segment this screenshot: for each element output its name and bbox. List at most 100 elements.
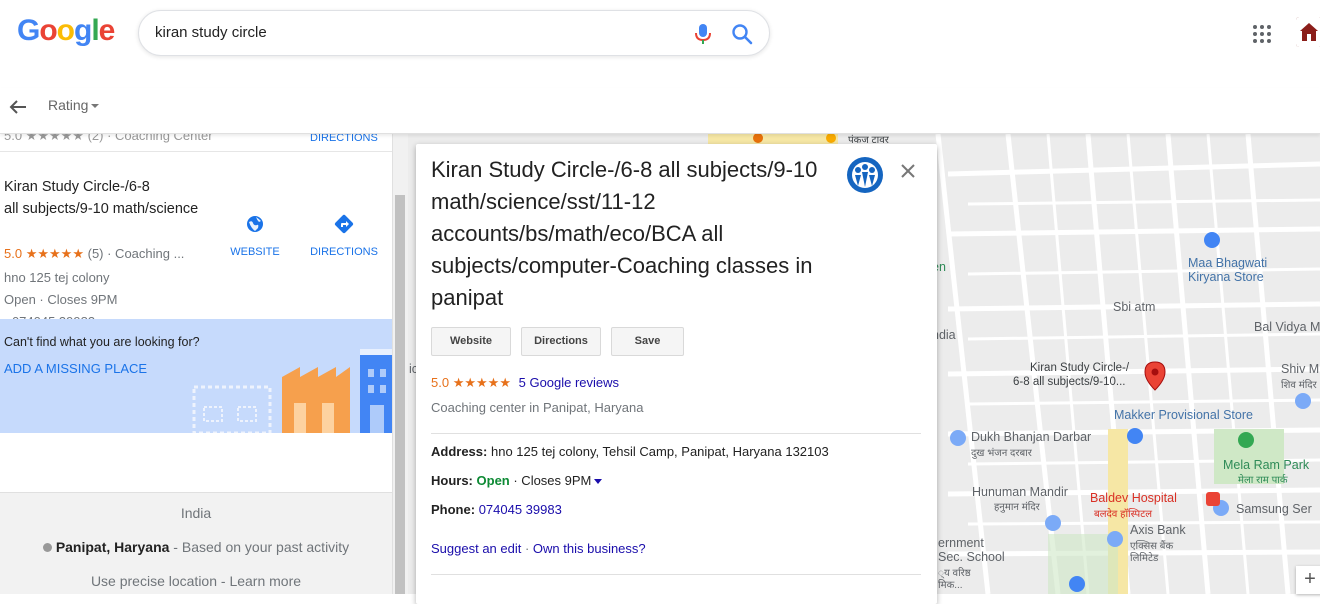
map-label: दुख भंजन दरबार	[971, 448, 1032, 459]
apps-grid-icon[interactable]	[1252, 24, 1272, 44]
phone-field: Phone: 074045 39983	[431, 502, 562, 517]
google-logo[interactable]: Google	[17, 14, 116, 48]
map-label: मेला राम पार्क	[1238, 475, 1288, 486]
card-links: Suggest an edit · Own this business?	[431, 541, 646, 556]
list-item[interactable]: 5.0 ★★★★★ (2) · Coaching Center DIRECTIO…	[0, 134, 392, 152]
close-icon[interactable]	[899, 162, 917, 180]
address-field: Address: hno 125 tej colony, Tehsil Camp…	[431, 444, 829, 459]
rating-value: 5.0	[4, 246, 23, 261]
result-title[interactable]: Kiran Study Circle-/6-8 all subjects/9-1…	[4, 176, 216, 220]
results-panel: 5.0 ★★★★★ (2) · Coaching Center DIRECTIO…	[0, 134, 392, 594]
search-box[interactable]: kiran study circle	[138, 10, 770, 56]
result-address: hno 125 tej colony	[4, 270, 110, 285]
result-hours: Open · Closes 9PM	[4, 292, 118, 307]
map-pin-label[interactable]: Kiran Study Circle-/	[1030, 362, 1129, 374]
suggest-edit-link[interactable]: Suggest an edit	[431, 541, 521, 556]
missing-place-banner: Can't find what you are looking for? ADD…	[0, 319, 392, 433]
avatar[interactable]	[1296, 17, 1320, 47]
address-value: hno 125 tej colony, Tehsil Camp, Panipat…	[490, 444, 829, 459]
scrollbar-thumb[interactable]	[395, 195, 405, 594]
star-icon: ★★★★★	[452, 375, 511, 390]
map-label: मिक...	[938, 580, 963, 591]
buildings-illustration	[192, 349, 392, 433]
mic-icon[interactable]	[692, 22, 714, 46]
chevron-down-icon[interactable]	[594, 479, 603, 485]
logo-letter: g	[74, 14, 92, 47]
footer-location-name: Panipat, Haryana	[55, 539, 170, 555]
result-title-line: all subjects/9-10 math/science	[4, 201, 199, 217]
website-button[interactable]: WEBSITE	[215, 214, 295, 258]
footer-location-note: - Based on your past activity	[169, 539, 350, 555]
divider	[431, 574, 921, 575]
map-label: Dukh Bhanjan Darbar	[971, 430, 1092, 444]
location-footer: India Panipat, Haryana - Based on your p…	[0, 492, 392, 594]
logo-letter: G	[17, 14, 40, 47]
place-details-card: Kiran Study Circle-/6-8 all subjects/9-1…	[416, 144, 937, 604]
own-business-link[interactable]: Own this business?	[533, 541, 646, 556]
zoom-in-button[interactable]: +	[1296, 566, 1320, 594]
result-rating: 5.0 ★★★★★ (5) · Coaching ...	[4, 246, 214, 262]
phone-link[interactable]: 074045 39983	[479, 502, 562, 517]
place-category: Coaching center in Panipat, Haryana	[431, 400, 644, 415]
map-label: Makker Provisional Store	[1114, 408, 1253, 422]
map-label: Mela Ram Park	[1223, 458, 1310, 472]
map-pin-label[interactable]: 6-8 all subjects/9-10...	[1013, 376, 1126, 388]
location-dot-icon	[42, 543, 52, 552]
map-label: शिव मंदिर	[1281, 380, 1317, 391]
back-arrow-icon[interactable]	[8, 97, 28, 117]
business-logo-icon	[847, 157, 883, 193]
directions-button[interactable]: DIRECTIONS	[304, 214, 384, 258]
map-label: Baldev Hospital	[1090, 491, 1177, 505]
rating-count: (5) · Coaching ...	[87, 246, 185, 261]
place-title: Kiran Study Circle-/6-8 all subjects/9-1…	[431, 157, 818, 310]
avatar-logo-icon	[1296, 17, 1320, 47]
save-button[interactable]: Save	[611, 327, 684, 356]
directions-button[interactable]: Directions	[521, 327, 601, 356]
footer-country: India	[180, 505, 212, 521]
rating-filter-label: Rating	[48, 97, 89, 113]
directions-label: DIRECTIONS	[310, 246, 378, 258]
map-label: Shiv M	[1281, 362, 1320, 376]
rating-filter[interactable]: Rating	[48, 97, 100, 113]
map-label: Kiryana Store	[1188, 270, 1264, 284]
map-label: Axis Bank	[1130, 523, 1186, 537]
hours-field[interactable]: Hours: Open · Closes 9PM	[431, 473, 603, 488]
map-label: Maa Bhagwati	[1188, 256, 1268, 270]
precise-location-link[interactable]: Use precise location - Learn more	[0, 573, 392, 589]
map-label: ernment	[938, 536, 984, 550]
star-icon: ★★★★★	[25, 246, 84, 261]
map-label: Sbi atm	[1113, 300, 1156, 314]
map-label: हनुमान मंदिर	[994, 502, 1040, 513]
place-rating: 5.0 ★★★★★ 5 Google reviews	[431, 375, 619, 391]
address-label: Address:	[431, 444, 488, 459]
map-label: बलदेव हॉस्पिटल	[1094, 509, 1153, 520]
logo-letter: e	[98, 14, 116, 47]
map-label: Hunuman Mandir	[972, 485, 1068, 499]
map-label: Bal Vidya M	[1254, 320, 1320, 334]
website-button[interactable]: Website	[431, 327, 511, 356]
chevron-down-icon	[91, 104, 100, 109]
globe-icon	[247, 216, 263, 232]
link-separator: ·	[521, 541, 533, 556]
website-label: WEBSITE	[230, 246, 280, 258]
logo-letter: o	[39, 14, 57, 47]
phone-label: Phone:	[431, 502, 476, 517]
map-label: लिमिटेड	[1130, 553, 1159, 564]
header: Google kiran study circle	[0, 0, 1320, 68]
hours-open: Open	[476, 473, 510, 488]
list-item[interactable]: Kiran Study Circle-/6-8 all subjects/9-1…	[0, 160, 392, 329]
hours-close: · Closes 9PM	[509, 473, 592, 488]
directions-link[interactable]: DIRECTIONS	[310, 134, 378, 144]
footer-location: Panipat, Haryana - Based on your past ac…	[0, 539, 392, 555]
map-label: Samsung Ser	[1236, 502, 1312, 516]
directions-icon	[334, 214, 354, 234]
result-title-line: Kiran Study Circle-/6-8	[4, 179, 150, 195]
partial-rating-text: 5.0 ★★★★★ (2) · Coaching Center	[4, 134, 213, 143]
search-input[interactable]: kiran study circle	[155, 24, 267, 41]
filter-toolbar: Rating	[0, 88, 1320, 134]
logo-letter: l	[91, 14, 99, 47]
divider	[431, 433, 921, 434]
rating-value: 5.0	[431, 375, 450, 390]
search-icon[interactable]	[730, 22, 754, 46]
reviews-link[interactable]: 5 Google reviews	[519, 375, 619, 390]
